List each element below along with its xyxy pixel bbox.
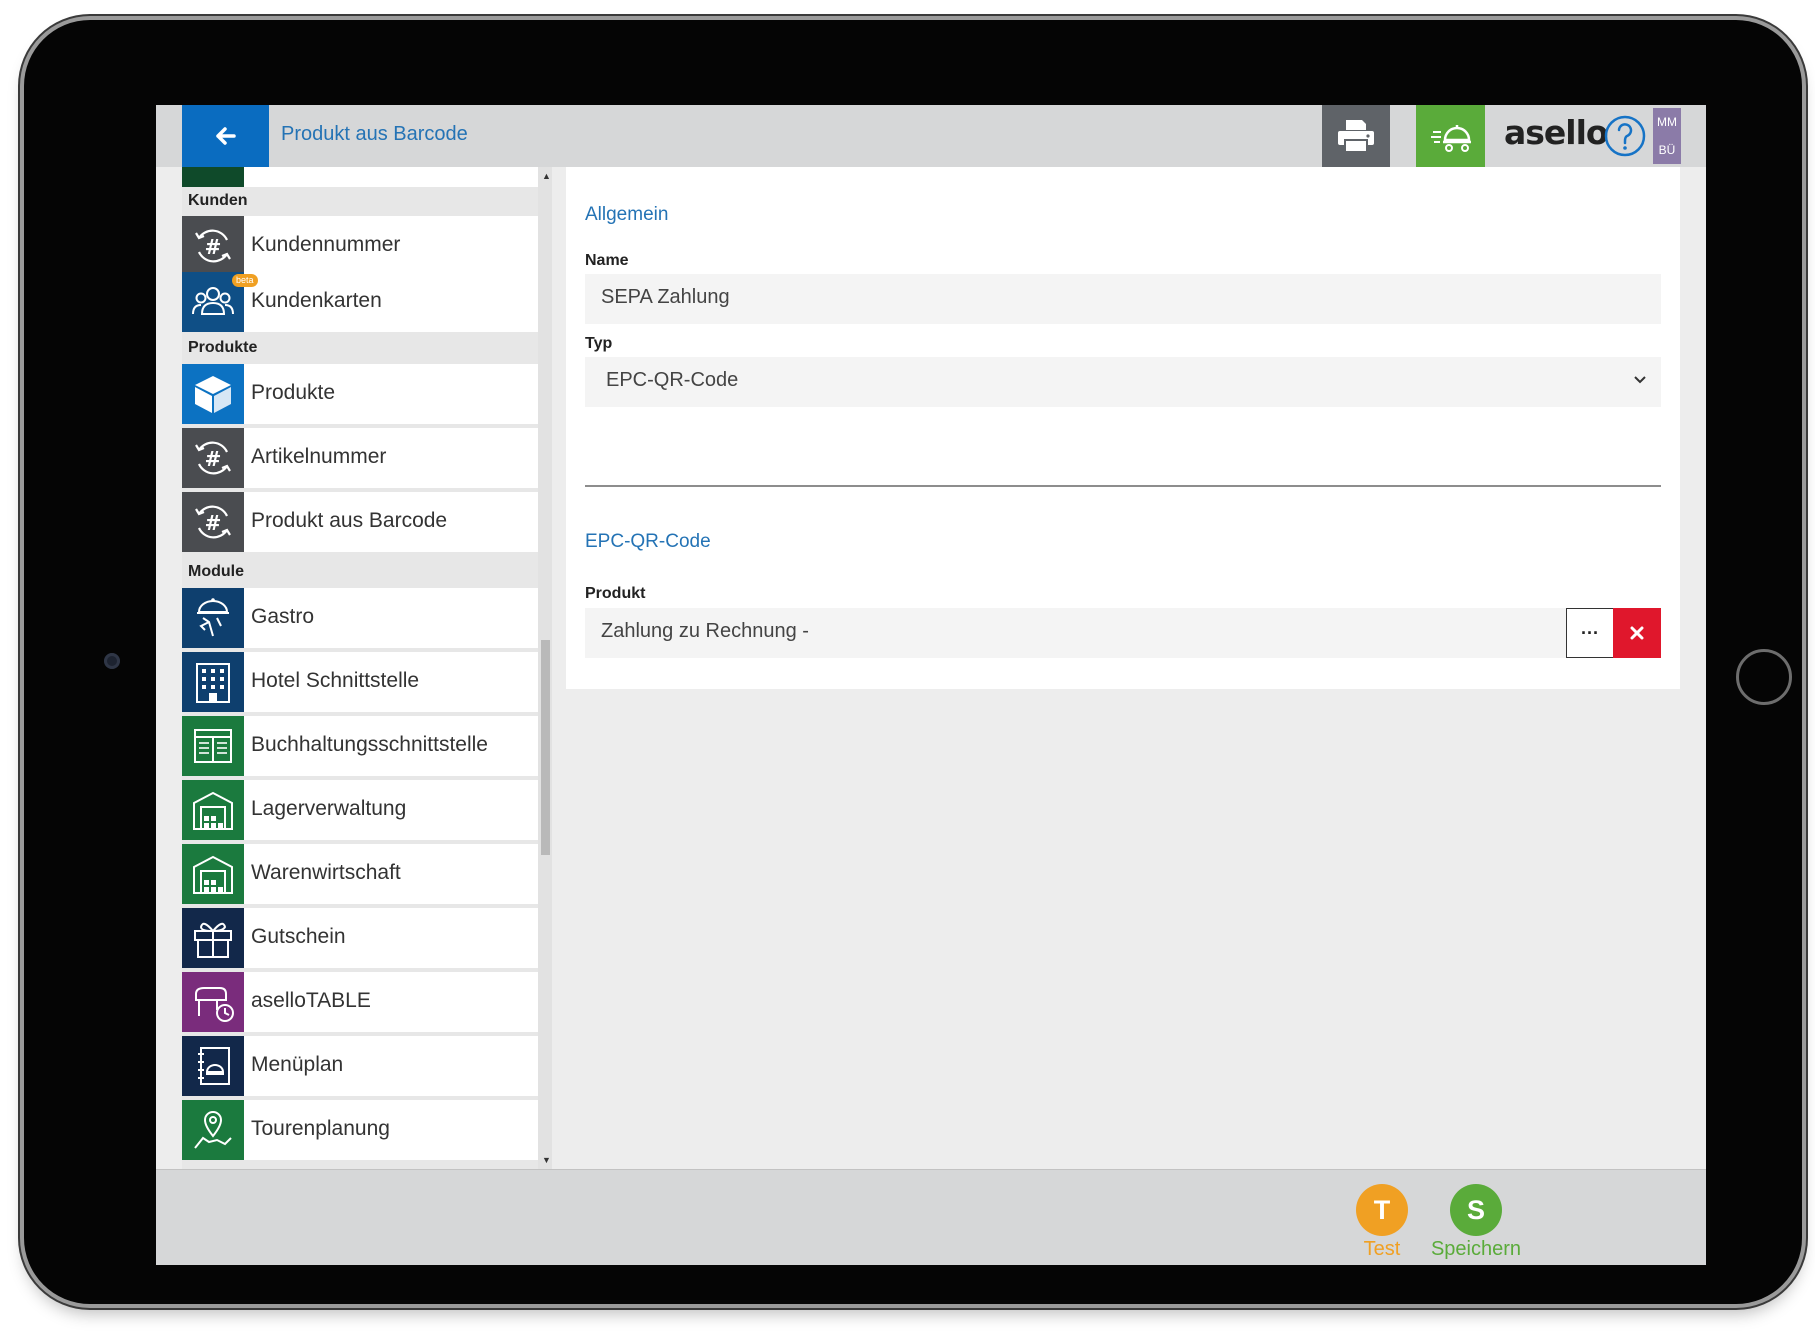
sidebar-item-label: aselloTABLE (251, 989, 371, 1012)
detail-panel: Allgemein Name SEPA Zahlung Typ EPC-QR-C… (566, 167, 1680, 689)
sidebar-item-lagerverwaltung[interactable]: Lagerverwaltung (182, 780, 538, 840)
camera-icon (104, 653, 120, 669)
map-route-icon (194, 1110, 232, 1149)
gift-icon (194, 922, 232, 958)
hash-refresh-icon: # (195, 505, 231, 539)
menu-book-icon (198, 1047, 230, 1085)
section-produkte: Produkte (188, 339, 258, 356)
sidebar-item-label: Lagerverwaltung (251, 797, 407, 820)
section-module: Module (188, 563, 244, 580)
sidebar-item-label: Kundenkarten (251, 289, 382, 312)
sidebar-item-gastro[interactable]: Gastro (182, 588, 538, 648)
scrollbar-thumb[interactable] (541, 640, 550, 855)
sidebar-item-label: Warenwirtschaft (251, 861, 401, 884)
user-initials-bottom: BÜ (1658, 143, 1676, 157)
product-label: Produkt (585, 585, 646, 602)
type-label: Typ (585, 335, 613, 352)
sidebar-item-label: Kundennummer (251, 233, 401, 256)
sidebar: Kunden # Kundennummer beta Kundenkarten … (182, 167, 538, 1169)
sidebar-item-partial[interactable] (182, 167, 538, 187)
delivery-cloche-icon (1430, 125, 1471, 152)
type-select[interactable]: EPC-QR-Code (585, 357, 1661, 407)
test-button-circle: T (1356, 1184, 1408, 1236)
warehouse-icon (193, 855, 233, 894)
sidebar-item-warenwirtschaft[interactable]: Warenwirtschaft (182, 844, 538, 904)
svg-text:#: # (205, 235, 222, 259)
hash-refresh-icon: # (195, 229, 231, 263)
hash-refresh-icon: # (195, 441, 231, 475)
scroll-up-icon[interactable]: ▲ (542, 171, 551, 181)
sidebar-item-produkt-aus-barcode[interactable]: # Produkt aus Barcode (182, 492, 538, 552)
svg-text:#: # (205, 511, 222, 535)
section-general-heading: Allgemein (585, 204, 669, 225)
arrow-left-icon (215, 127, 236, 145)
asello-logo: asello (1504, 113, 1609, 152)
warehouse-icon (193, 791, 233, 830)
type-select-value: EPC-QR-Code (606, 369, 739, 391)
delivery-button[interactable] (1416, 105, 1485, 167)
ledger-icon (194, 729, 232, 763)
sidebar-item-hotel-schnittstelle[interactable]: Hotel Schnittstelle (182, 652, 538, 712)
page-title: Produkt aus Barcode (281, 123, 468, 145)
sidebar-item-produkte[interactable]: Produkte (182, 364, 538, 424)
sidebar-item-label: Produkt aus Barcode (251, 509, 448, 532)
question-circle-icon (1604, 115, 1646, 157)
beta-badge: beta (232, 274, 258, 287)
sidebar-item-label: Menüplan (251, 1053, 344, 1076)
bottom-action-bar: T Test S Speichern (156, 1169, 1706, 1265)
sidebar-item-tourenplanung[interactable]: Tourenplanung (182, 1100, 538, 1160)
sidebar-item-asellotable[interactable]: aselloTABLE (182, 972, 538, 1032)
scroll-down-icon[interactable]: ▼ (542, 1155, 551, 1165)
section-divider (585, 485, 1661, 487)
save-button-circle: S (1450, 1184, 1502, 1236)
sidebar-item-buchhaltungsschnittstelle[interactable]: Buchhaltungsschnittstelle (182, 716, 538, 776)
print-button[interactable] (1322, 105, 1390, 167)
app-screen: Produkt aus Barcode asello MM BÜ Kunden … (156, 105, 1706, 1265)
sidebar-item-label: Hotel Schnittstelle (251, 669, 420, 692)
sidebar-item-label: Produkte (251, 381, 336, 404)
cube-icon (195, 376, 231, 413)
home-button[interactable] (1736, 649, 1792, 705)
back-button[interactable] (182, 105, 269, 167)
user-badge[interactable]: MM BÜ (1653, 108, 1681, 164)
sidebar-item-kundennummer[interactable]: # Kundennummer (182, 216, 538, 276)
save-button[interactable]: S Speichern (1421, 1184, 1531, 1261)
top-bar: Produkt aus Barcode asello MM BÜ (156, 105, 1706, 167)
tablet-frame: Produkt aus Barcode asello MM BÜ Kunden … (24, 20, 1802, 1304)
sidebar-item-label: Artikelnummer (251, 445, 387, 468)
test-button[interactable]: T Test (1347, 1184, 1417, 1261)
product-select-button[interactable]: ··· (1566, 608, 1614, 658)
sidebar-item-artikelnummer[interactable]: # Artikelnummer (182, 428, 538, 488)
printer-icon (1338, 120, 1374, 153)
sidebar-item-label: Gastro (251, 605, 315, 628)
svg-text:#: # (205, 447, 222, 471)
chevron-down-icon (1634, 376, 1646, 384)
sidebar-item-menueplan[interactable]: Menüplan (182, 1036, 538, 1096)
product-clear-button[interactable] (1613, 608, 1661, 658)
sidebar-item-label: Buchhaltungsschnittstelle (251, 733, 488, 756)
help-button[interactable] (1603, 114, 1647, 163)
sidebar-item-label: Gutschein (251, 925, 346, 948)
section-epc-heading: EPC-QR-Code (585, 531, 711, 552)
name-label: Name (585, 252, 629, 269)
sidebar-item-kundenkarten[interactable]: beta Kundenkarten (182, 272, 538, 332)
name-field[interactable]: SEPA Zahlung (585, 274, 1661, 324)
sidebar-item-label: Tourenplanung (251, 1117, 390, 1140)
partial-icon (182, 167, 244, 187)
user-initials-top: MM (1657, 115, 1677, 129)
hotel-building-icon (196, 663, 230, 703)
close-icon (1630, 626, 1644, 640)
waiter-cloche-icon (197, 598, 229, 637)
table-clock-icon (195, 987, 234, 1022)
test-button-label: Test (1363, 1238, 1401, 1260)
product-field[interactable]: Zahlung zu Rechnung - (585, 608, 1568, 658)
section-kunden: Kunden (188, 192, 248, 209)
customers-icon (192, 287, 234, 315)
save-button-label: Speichern (1430, 1238, 1522, 1260)
sidebar-item-gutschein[interactable]: Gutschein (182, 908, 538, 968)
